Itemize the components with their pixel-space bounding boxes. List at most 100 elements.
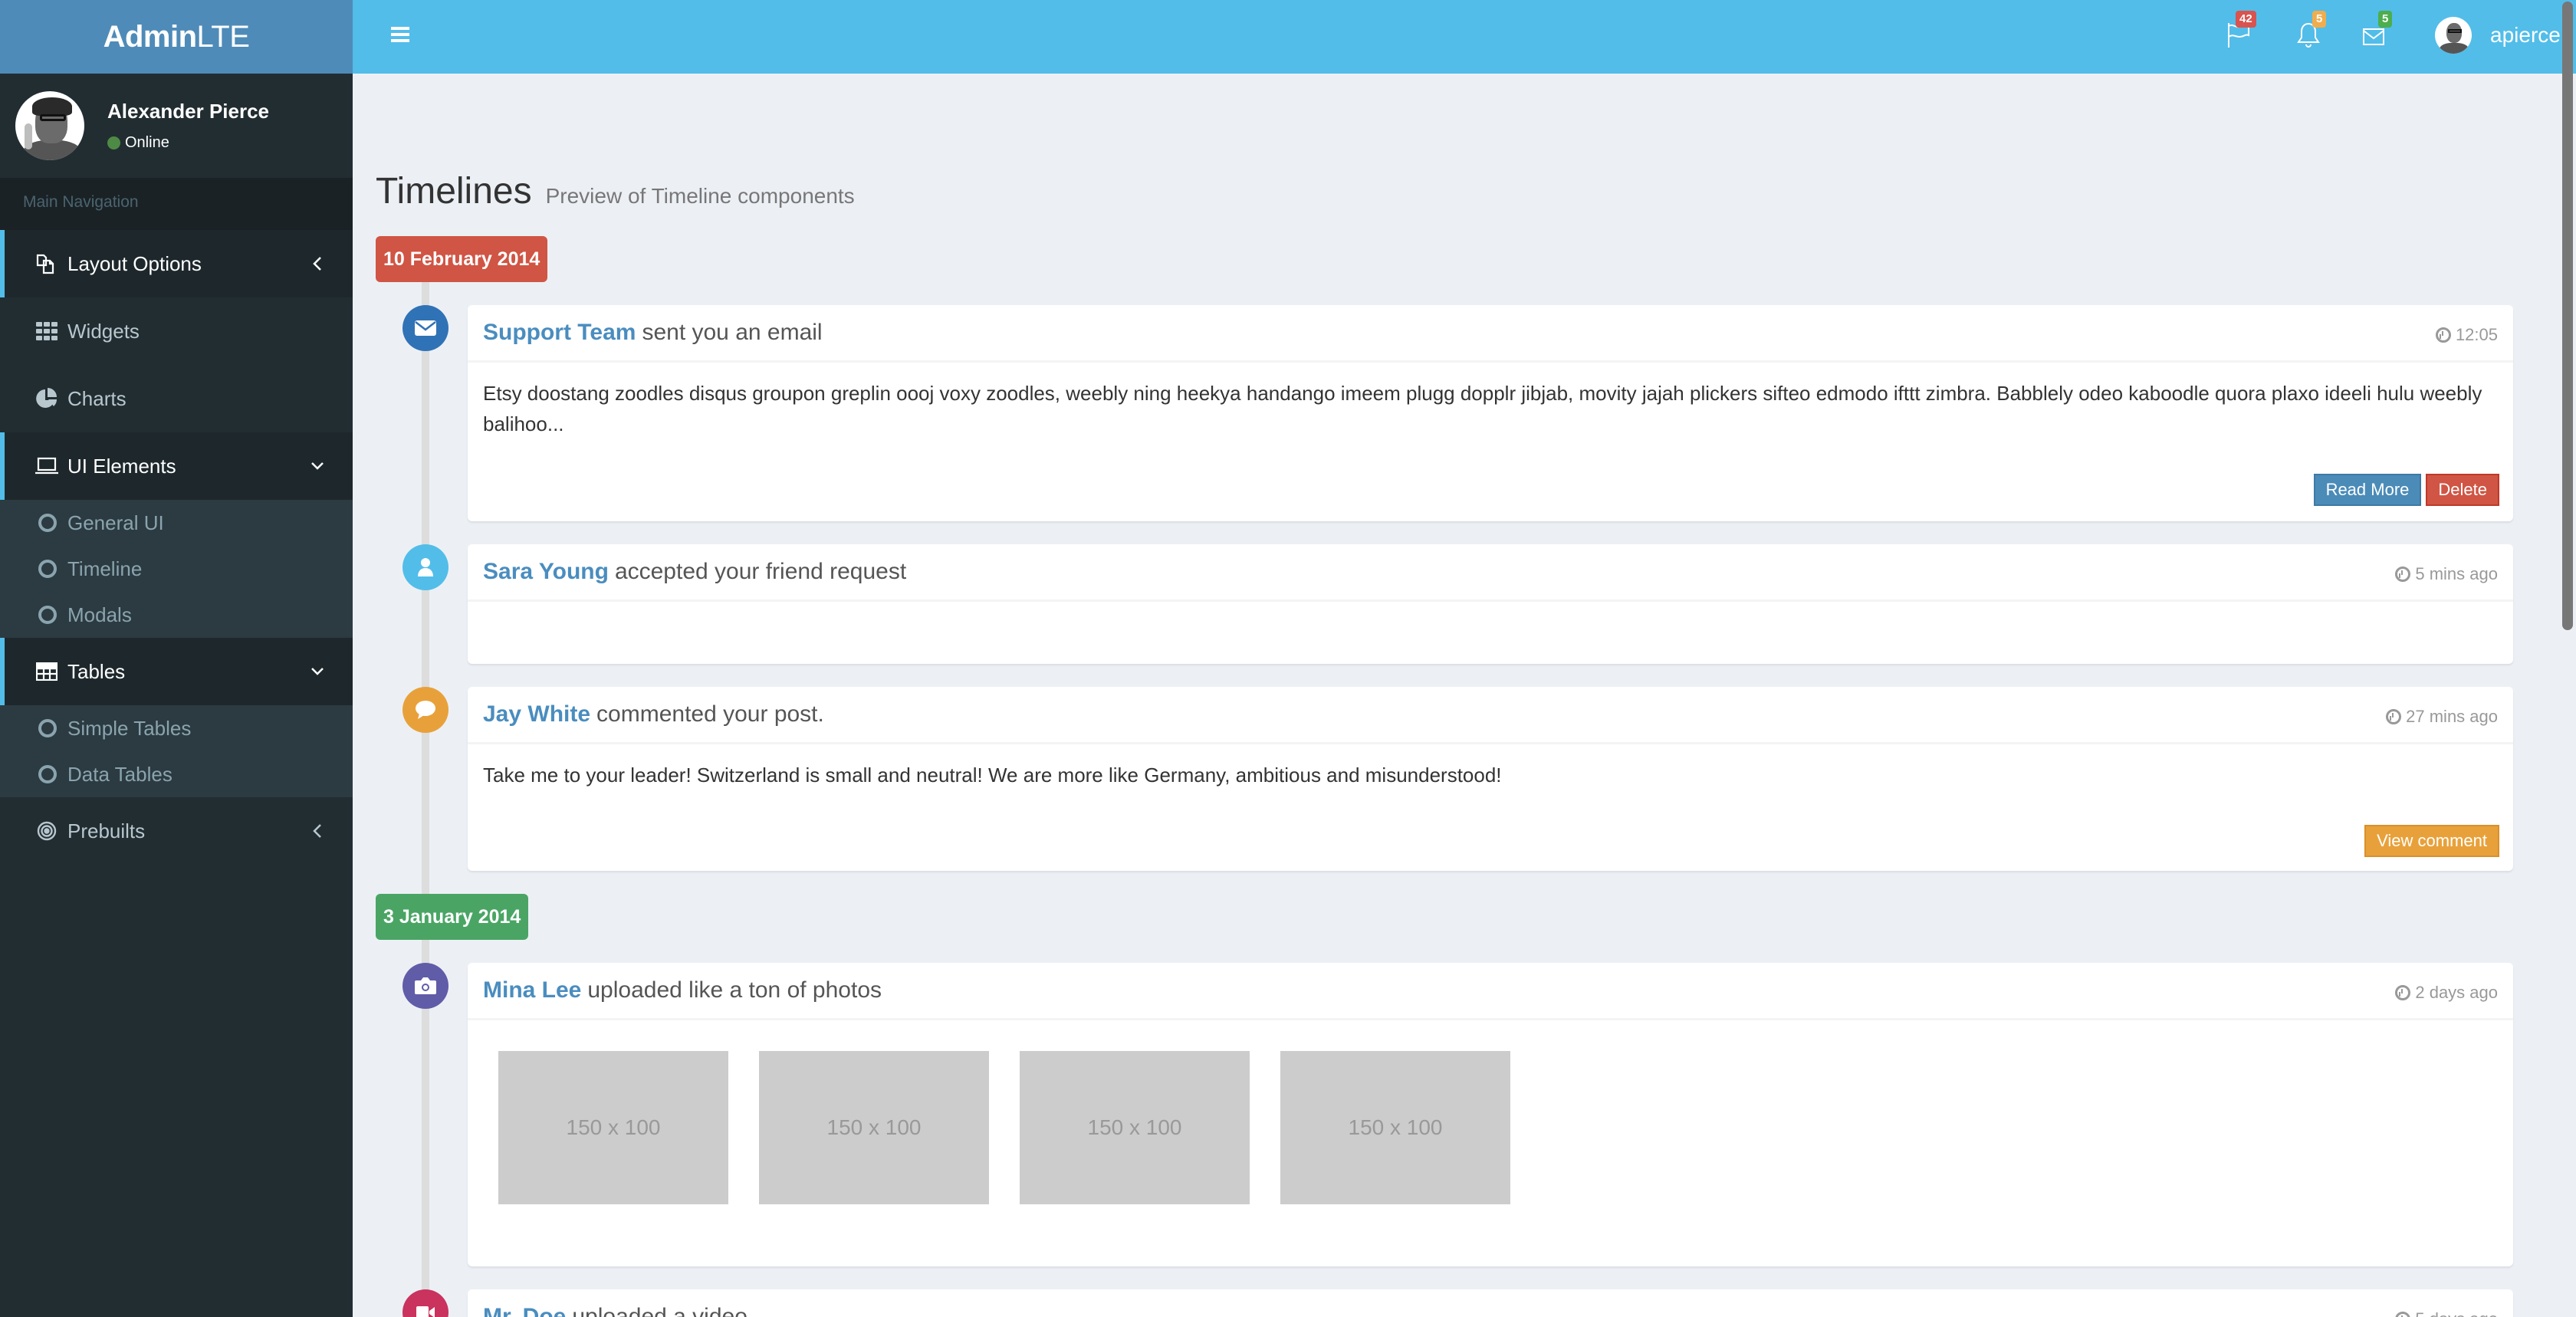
time-text: 2 days ago	[2415, 983, 2498, 1002]
timeline-footer: View comment	[2364, 825, 2499, 857]
user-name: Alexander Pierce	[107, 100, 270, 123]
page-scrollbar[interactable]	[2562, 2, 2573, 630]
user-status[interactable]: Online	[107, 134, 269, 152]
sidebar-item-label: Layout Options	[67, 251, 202, 275]
timeline-time: 5 mins ago	[2395, 564, 2498, 584]
sidebar-item-tables[interactable]: Tables	[0, 638, 353, 705]
timeline-item: Jay White commented your post. 27 mins a…	[468, 687, 2513, 871]
tables-submenu: Simple Tables Data Tables	[0, 705, 353, 797]
timeline-body: Take me to your leader! Switzerland is s…	[483, 764, 1502, 787]
time-text: 27 mins ago	[2406, 707, 2498, 726]
view-comment-button[interactable]: View comment	[2364, 825, 2499, 857]
user-avatar	[2435, 17, 2472, 54]
sidebar-subitem-timeline[interactable]: Timeline	[0, 546, 353, 592]
chevron-down-icon	[311, 462, 324, 470]
sidebar-item-prebuilts[interactable]: Prebuilts	[0, 797, 353, 865]
sidebar-subitem-label: Modals	[67, 603, 132, 626]
sidebar-subitem-label: Simple Tables	[67, 716, 192, 740]
camera-icon	[402, 963, 449, 1009]
author-link[interactable]: Sara Young	[483, 559, 609, 585]
clock-icon	[2395, 1312, 2411, 1317]
page-title: Timelines	[376, 171, 532, 212]
hamburger-icon	[391, 27, 409, 30]
app-logo[interactable]: Admin LTE	[0, 0, 353, 74]
photo-gallery: 150 x 100 150 x 100 150 x 100 150 x 100	[468, 1020, 2513, 1204]
circle-icon	[38, 719, 57, 737]
sidebar-toggle-button[interactable]	[391, 27, 409, 44]
timeline-body: Etsy doostang zoodles disqus groupon gre…	[483, 382, 2482, 435]
circle-icon	[38, 606, 57, 624]
sidebar-subitem-label: General UI	[67, 511, 164, 534]
video-icon	[402, 1289, 449, 1317]
sidebar-item-label: Prebuilts	[67, 819, 146, 842]
author-link[interactable]: Support Team	[483, 320, 636, 346]
clock-icon	[2395, 567, 2411, 582]
messages-button[interactable]: 5	[2363, 11, 2394, 48]
photo-thumbnail[interactable]: 150 x 100	[1280, 1051, 1510, 1204]
timeline-header: Mina Lee uploaded like a ton of photos 2…	[468, 963, 2513, 1020]
photo-thumbnail[interactable]: 150 x 100	[759, 1051, 989, 1204]
timeline-footer: Read More Delete	[2313, 474, 2499, 506]
sidebar-item-widgets[interactable]: Widgets	[0, 297, 353, 365]
timeline-action: sent you an email	[642, 320, 823, 345]
sidebar-subitem-label: Timeline	[67, 557, 143, 580]
sidebar-item-label: Widgets	[67, 319, 140, 343]
content-header: Timelines Preview of Timeline components	[376, 170, 855, 212]
time-label: 10 February 2014	[376, 236, 548, 282]
timeline-time: 5 days ago	[2395, 1309, 2498, 1317]
user-status-label: Online	[125, 134, 169, 151]
envelope-icon	[402, 305, 449, 351]
user-panel: Alexander Pierce Online	[0, 74, 353, 178]
sidebar-subitem-modals[interactable]: Modals	[0, 592, 353, 638]
sidebar-subitem-label: Data Tables	[67, 762, 172, 786]
sidebar-subitem-data-tables[interactable]: Data Tables	[0, 751, 353, 797]
online-status-icon	[107, 136, 120, 149]
sidebar-item-layout-options[interactable]: Layout Options	[0, 230, 353, 297]
chevron-down-icon	[311, 668, 324, 675]
pie-chart-icon	[35, 387, 58, 410]
nav-header: Main Navigation	[0, 178, 353, 230]
sidebar-subitem-general-ui[interactable]: General UI	[0, 500, 353, 546]
photo-thumbnail[interactable]: 150 x 100	[498, 1051, 728, 1204]
sidebar-item-charts[interactable]: Charts	[0, 365, 353, 432]
author-link[interactable]: Mina Lee	[483, 977, 581, 1003]
time-text: 5 days ago	[2415, 1309, 2498, 1317]
ui-elements-submenu: General UI Timeline Modals	[0, 500, 353, 638]
sidebar-item-ui-elements[interactable]: UI Elements	[0, 432, 353, 500]
user-icon	[402, 544, 449, 590]
sidebar-item-label: Charts	[67, 386, 127, 410]
user-menu[interactable]: apierce	[2435, 17, 2561, 54]
time-text: 5 mins ago	[2415, 564, 2498, 583]
top-username: apierce	[2490, 23, 2561, 47]
circle-icon	[38, 514, 57, 532]
circle-icon	[38, 560, 57, 578]
sidebar-subitem-simple-tables[interactable]: Simple Tables	[0, 705, 353, 751]
chevron-left-icon	[313, 824, 321, 838]
chevron-left-icon	[313, 257, 321, 271]
timeline-item: Mina Lee uploaded like a ton of photos 2…	[468, 963, 2513, 1266]
files-icon	[35, 252, 58, 275]
circle-icon	[38, 765, 57, 783]
sidebar-item-label: UI Elements	[67, 454, 176, 478]
read-more-button[interactable]: Read More	[2313, 474, 2422, 506]
flags-button[interactable]: 42	[2226, 11, 2257, 48]
photo-thumbnail[interactable]: 150 x 100	[1020, 1051, 1250, 1204]
flags-count-badge: 42	[2236, 11, 2256, 28]
delete-button[interactable]: Delete	[2426, 474, 2499, 506]
page-subtitle: Preview of Timeline components	[545, 184, 855, 208]
messages-count-badge: 5	[2378, 11, 2393, 28]
clock-icon	[2435, 327, 2451, 343]
notifications-count-badge: 5	[2312, 11, 2327, 28]
author-link[interactable]: Jay White	[483, 701, 590, 727]
clock-icon	[2386, 709, 2402, 724]
timeline-action: uploaded like a ton of photos	[587, 977, 882, 1003]
timeline-action: commented your post.	[596, 701, 824, 727]
timeline-header: Sara Young accepted your friend request …	[468, 544, 2513, 602]
notifications-button[interactable]: 5	[2297, 11, 2328, 48]
timeline-item: Sara Young accepted your friend request …	[468, 544, 2513, 664]
author-link[interactable]: Mr. Doe	[483, 1304, 566, 1317]
time-text: 12:05	[2455, 325, 2498, 344]
sidebar-item-label: Tables	[67, 659, 126, 683]
sidebar: Admin LTE Alexander Pierce Online Main Na…	[0, 0, 353, 1317]
timeline-action: uploaded a video	[572, 1304, 748, 1317]
